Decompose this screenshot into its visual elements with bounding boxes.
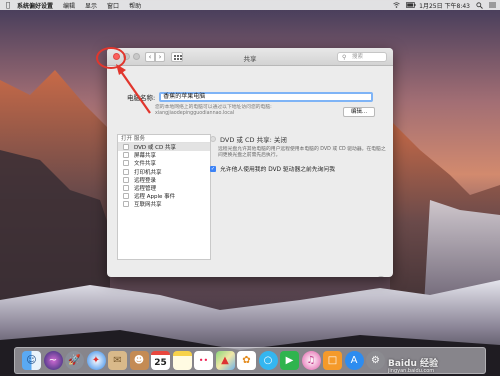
maps-icon[interactable]: ▲: [215, 351, 235, 370]
appstore-icon[interactable]: A: [344, 351, 364, 370]
contacts-icon[interactable]: ☻: [129, 351, 149, 370]
launchpad-icon[interactable]: 🚀: [65, 351, 84, 370]
preferences-icon[interactable]: ⚙: [366, 351, 385, 370]
facetime-icon[interactable]: ▶: [280, 351, 299, 370]
messages-icon[interactable]: ○: [258, 351, 278, 370]
finder-icon[interactable]: ☺: [22, 351, 41, 370]
ibooks-icon[interactable]: □: [323, 351, 342, 370]
watermark-sub: jingyan.baidu.com: [388, 368, 435, 374]
itunes-icon[interactable]: ♫: [301, 351, 321, 370]
photos-icon[interactable]: ✿: [237, 351, 256, 370]
notes-icon[interactable]: [172, 351, 192, 370]
mail-icon[interactable]: ✉: [108, 351, 127, 370]
safari-icon[interactable]: ✦: [86, 351, 106, 370]
reminders-icon[interactable]: ••: [194, 351, 213, 370]
annotation-arrow: [116, 64, 151, 114]
siri-icon[interactable]: ~: [43, 351, 63, 370]
watermark: Baidu 经验 jingyan.baidu.com: [388, 356, 438, 374]
calendar-icon[interactable]: 25: [151, 351, 170, 370]
